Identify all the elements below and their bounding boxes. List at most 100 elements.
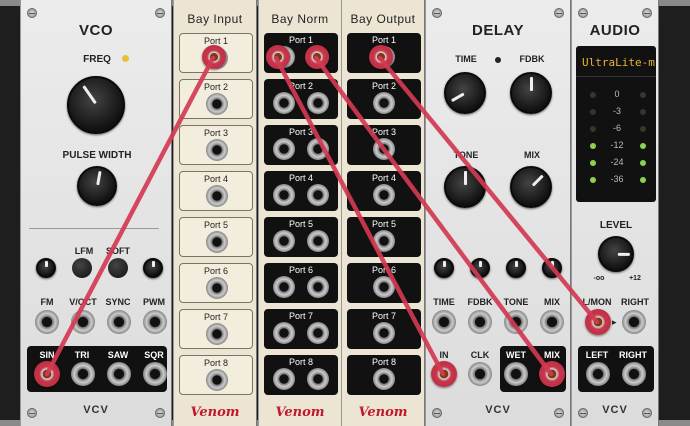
bay-port-cell: Port 4: [264, 171, 338, 211]
time-cv-jack[interactable]: [432, 310, 456, 334]
fdbk-cv-knob[interactable]: [470, 258, 490, 278]
port-jack[interactable]: [373, 138, 395, 160]
port-label: Port 5: [288, 219, 313, 229]
left-out-jack[interactable]: [586, 362, 610, 386]
port-jack[interactable]: [273, 368, 295, 390]
port-jack[interactable]: [307, 138, 329, 160]
mix-out-label: MIX: [543, 350, 560, 360]
port-jack[interactable]: [206, 277, 228, 299]
mix-knob[interactable]: [510, 166, 552, 208]
freq-label: FREQ: [83, 54, 111, 65]
wet-label: WET: [506, 350, 526, 360]
voct-input-jack[interactable]: [71, 310, 95, 334]
sync-input-jack[interactable]: [107, 310, 131, 334]
lfm-button[interactable]: [72, 258, 92, 278]
port-jack[interactable]: [273, 138, 295, 160]
clk-jack[interactable]: [468, 362, 492, 386]
bay-port-cell: Port 8: [179, 355, 253, 395]
bay-port-cell: Port 2: [179, 79, 253, 119]
device-name[interactable]: UltraLite-mk: [582, 56, 656, 69]
port-label: Port 6: [371, 265, 396, 275]
port-label: Port 4: [288, 173, 313, 183]
port-jack[interactable]: [307, 276, 329, 298]
port-label: Port 2: [371, 81, 396, 91]
mix-cv-jack[interactable]: [540, 310, 564, 334]
fdbk-label: FDBK: [519, 54, 545, 64]
cable-plug[interactable]: [202, 45, 226, 69]
port-jack[interactable]: [373, 368, 395, 390]
tone-cv-jack[interactable]: [504, 310, 528, 334]
tri-output-jack[interactable]: [71, 362, 95, 386]
time-cv-knob[interactable]: [434, 258, 454, 278]
bay-port-cell: Port 6: [179, 263, 253, 303]
bay-port-cell: Port 5: [264, 217, 338, 257]
cable-plug[interactable]: [585, 309, 611, 335]
audio-module: AUDIO UltraLite-mk 0 -3 -6 -12 -24 -36 LEVEL …: [571, 0, 659, 426]
meter-led: [590, 92, 596, 98]
port-jack[interactable]: [206, 323, 228, 345]
port-jack[interactable]: [206, 139, 228, 161]
cable-plug[interactable]: [34, 361, 60, 387]
fm-input-jack[interactable]: [35, 310, 59, 334]
soft-button[interactable]: [108, 258, 128, 278]
right-out-jack[interactable]: [622, 362, 646, 386]
pwm-input-jack[interactable]: [143, 310, 167, 334]
port-jack[interactable]: [307, 184, 329, 206]
meter-label: -3: [612, 106, 621, 116]
right-in-jack[interactable]: [622, 310, 646, 334]
bay-output-module: Bay Output Port 1 Port 2 Port 3 Port 4 Port …: [341, 0, 425, 426]
port-jack[interactable]: [206, 369, 228, 391]
bay-input-brand: Venom: [190, 405, 240, 420]
port-label: Port 8: [203, 358, 228, 368]
vco-module: VCO FREQ PULSE WIDTH LFM SOFT FM V/OCT S…: [20, 0, 172, 426]
cable-plug[interactable]: [266, 45, 290, 69]
pwm-knob[interactable]: [143, 258, 163, 278]
meter-led: [590, 126, 596, 132]
bay-port-cell: Port 5: [347, 217, 421, 257]
port-jack[interactable]: [373, 276, 395, 298]
port-jack[interactable]: [373, 322, 395, 344]
port-jack[interactable]: [273, 92, 295, 114]
port-jack[interactable]: [206, 185, 228, 207]
port-jack[interactable]: [307, 368, 329, 390]
fdbk-cv-jack[interactable]: [468, 310, 492, 334]
port-jack[interactable]: [373, 92, 395, 114]
wet-jack[interactable]: [504, 362, 528, 386]
port-jack[interactable]: [206, 231, 228, 253]
bay-input-module: Bay Input Port 1 Port 2 Port 3 Port 4 Port 5…: [173, 0, 257, 426]
time-knob[interactable]: [444, 72, 486, 114]
port-jack[interactable]: [273, 276, 295, 298]
port-jack[interactable]: [273, 230, 295, 252]
tone-knob[interactable]: [444, 166, 486, 208]
port-jack[interactable]: [373, 230, 395, 252]
port-jack[interactable]: [307, 230, 329, 252]
port-jack[interactable]: [273, 184, 295, 206]
cable-plug[interactable]: [431, 361, 457, 387]
port-jack[interactable]: [273, 322, 295, 344]
cable-plug[interactable]: [369, 45, 393, 69]
meter-label: -6: [612, 123, 621, 133]
meter-led: [640, 109, 646, 115]
fm-knob[interactable]: [36, 258, 56, 278]
fdbk-knob[interactable]: [510, 72, 552, 114]
port-jack[interactable]: [307, 322, 329, 344]
cable-plug[interactable]: [305, 45, 329, 69]
port-label: Port 3: [371, 127, 396, 137]
saw-output-jack[interactable]: [107, 362, 131, 386]
pulse-width-label: PULSE WIDTH: [62, 150, 132, 161]
port-jack[interactable]: [307, 92, 329, 114]
tone-cv-knob[interactable]: [506, 258, 526, 278]
saw-label: SAW: [107, 350, 129, 360]
sqr-output-jack[interactable]: [143, 362, 167, 386]
tone-cv-label: TONE: [503, 297, 529, 307]
port-label: Port 2: [203, 82, 228, 92]
pulse-width-knob[interactable]: [77, 166, 117, 206]
port-label: Port 3: [288, 127, 313, 137]
audio-brand: VCV: [602, 404, 628, 416]
port-jack[interactable]: [206, 93, 228, 115]
mix-cv-knob[interactable]: [542, 258, 562, 278]
cable-plug[interactable]: [539, 361, 565, 387]
level-knob[interactable]: [598, 236, 634, 272]
freq-knob[interactable]: [67, 76, 125, 134]
port-jack[interactable]: [373, 184, 395, 206]
